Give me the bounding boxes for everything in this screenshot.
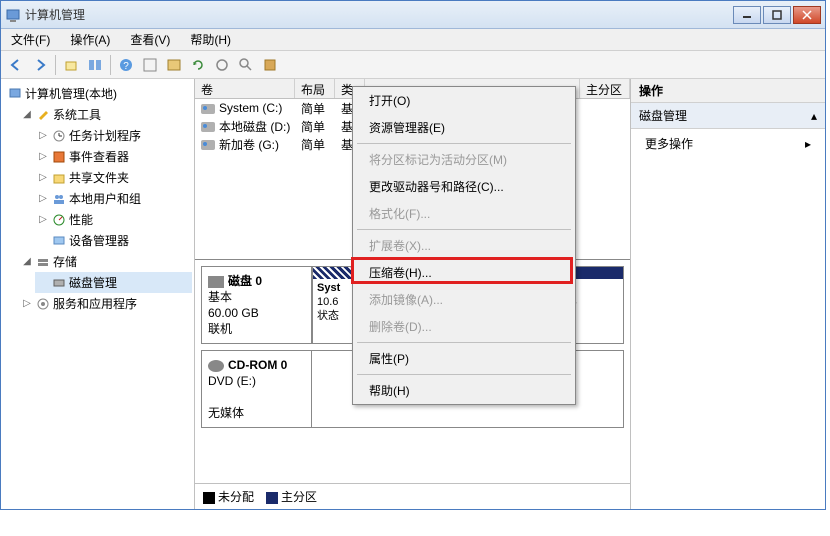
context-menu-separator [357,374,571,375]
legend-primary-icon [266,492,278,504]
tools-icon [35,107,51,123]
actions-header: 操作 [631,79,825,103]
volume-icon [201,140,215,150]
context-menu-separator [357,229,571,230]
maximize-button[interactable] [763,6,791,24]
collapse-icon[interactable]: ◢ [21,256,33,267]
menu-action[interactable]: 操作(A) [66,29,114,50]
context-menu-item[interactable]: 打开(O) [353,87,575,114]
menu-file[interactable]: 文件(F) [7,29,54,50]
toolbar-sep [110,55,111,75]
perf-icon [51,212,67,228]
tree-root[interactable]: 计算机管理(本地) [3,83,192,104]
close-button[interactable] [793,6,821,24]
titlebar: 计算机管理 [1,1,825,29]
legend: 未分配 主分区 [195,483,630,509]
col-volume[interactable]: 卷 [195,79,295,98]
context-menu-item[interactable]: 帮助(H) [353,377,575,404]
tool-button[interactable] [163,54,185,76]
tree-systools[interactable]: ◢ 系统工具 [19,104,192,125]
context-menu-item[interactable]: 属性(P) [353,345,575,372]
back-button[interactable] [5,54,27,76]
tree-services[interactable]: ▷ 服务和应用程序 [19,293,192,314]
legend-unallocated-icon [203,492,215,504]
window-title: 计算机管理 [25,6,733,23]
cdrom-icon [208,360,224,372]
disk-0-info[interactable]: 磁盘 0 基本 60.00 GB 联机 [202,267,312,343]
storage-icon [35,254,51,270]
context-menu: 打开(O)资源管理器(E) 将分区标记为活动分区(M)更改驱动器号和路径(C)..… [352,86,576,405]
settings-button[interactable] [211,54,233,76]
navigation-tree: 计算机管理(本地) ◢ 系统工具 ▷任务计划程序 ▷事件查看器 ▷共享文件夹 ▷… [1,79,195,509]
disk-icon [51,275,67,291]
volume-icon [201,122,215,132]
menubar: 文件(F) 操作(A) 查看(V) 帮助(H) [1,29,825,51]
find-button[interactable] [235,54,257,76]
actions-section[interactable]: 磁盘管理 ▴ [631,103,825,129]
tree-item-shared[interactable]: ▷共享文件夹 [35,167,192,188]
collapse-icon[interactable]: ◢ [21,109,33,120]
context-menu-item[interactable]: 压缩卷(H)... [353,259,575,286]
context-menu-item[interactable]: 资源管理器(E) [353,114,575,141]
tree-item-diskmgmt[interactable]: 磁盘管理 [35,272,192,293]
actions-pane: 操作 磁盘管理 ▴ 更多操作 ▸ [631,79,825,509]
services-icon [35,296,51,312]
event-icon [51,149,67,165]
menu-help[interactable]: 帮助(H) [186,29,235,50]
context-menu-item: 添加镜像(A)... [353,286,575,313]
col-primary[interactable]: 主分区 [580,79,630,98]
app-icon [5,7,21,23]
help-button[interactable]: ? [115,54,137,76]
tool-button[interactable] [259,54,281,76]
actions-more[interactable]: 更多操作 ▸ [631,129,825,158]
context-menu-item: 将分区标记为活动分区(M) [353,146,575,173]
chevron-right-icon: ▸ [805,137,811,151]
context-menu-separator [357,143,571,144]
users-icon [51,191,67,207]
menu-view[interactable]: 查看(V) [126,29,174,50]
context-menu-item[interactable]: 更改驱动器号和路径(C)... [353,173,575,200]
tree-item-scheduler[interactable]: ▷任务计划程序 [35,125,192,146]
folder-icon [51,170,67,186]
harddisk-icon [208,276,224,288]
context-menu-item: 格式化(F)... [353,200,575,227]
toolbar: ? [1,51,825,79]
context-menu-item: 扩展卷(X)... [353,232,575,259]
context-menu-item: 删除卷(D)... [353,313,575,340]
volume-icon [201,104,215,114]
context-menu-separator [357,342,571,343]
toolbar-sep [55,55,56,75]
col-layout[interactable]: 布局 [295,79,335,98]
refresh-button[interactable] [187,54,209,76]
computer-icon [7,86,23,102]
tree-item-eventviewer[interactable]: ▷事件查看器 [35,146,192,167]
tree-item-devmgr[interactable]: 设备管理器 [35,230,192,251]
tree-storage[interactable]: ◢ 存储 [19,251,192,272]
clock-icon [51,128,67,144]
expand-icon[interactable]: ▷ [21,298,33,309]
tool-button[interactable] [139,54,161,76]
window-buttons [733,6,821,24]
tree-item-users[interactable]: ▷本地用户和组 [35,188,192,209]
collapse-icon: ▴ [811,109,817,123]
minimize-button[interactable] [733,6,761,24]
tree-item-perf[interactable]: ▷性能 [35,209,192,230]
cdrom-info[interactable]: CD-ROM 0 DVD (E:) 无媒体 [202,351,312,427]
view-button[interactable] [84,54,106,76]
device-icon [51,233,67,249]
forward-button[interactable] [29,54,51,76]
up-button[interactable] [60,54,82,76]
svg-text:?: ? [123,61,129,72]
